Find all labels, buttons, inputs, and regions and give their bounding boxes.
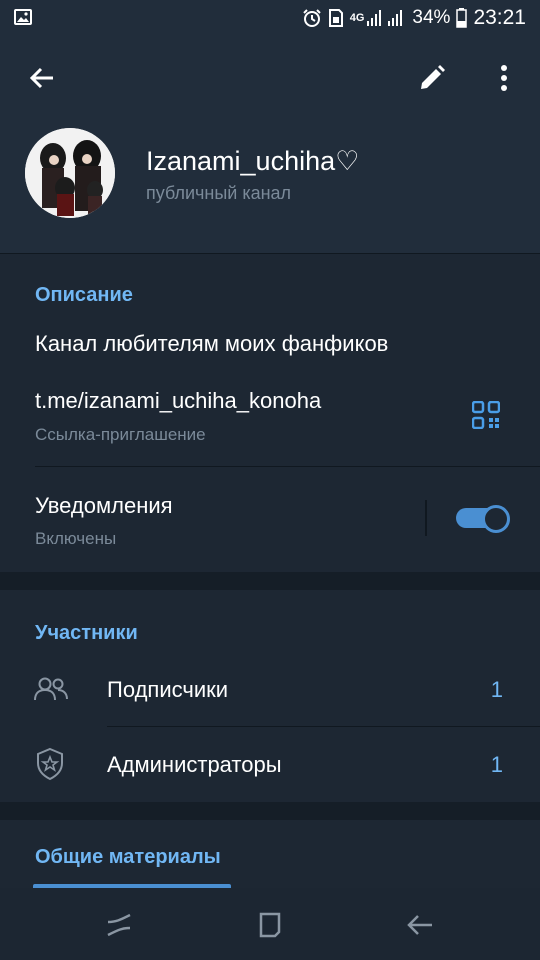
users-icon xyxy=(33,676,69,707)
recent-apps-icon[interactable] xyxy=(106,912,132,943)
system-nav-bar xyxy=(0,888,540,960)
members-divider xyxy=(107,726,540,727)
section-gap xyxy=(0,572,540,590)
app-bar xyxy=(0,36,540,120)
administrators-count: 1 xyxy=(490,752,503,777)
system-back-icon[interactable] xyxy=(406,913,434,942)
network-type: 4G xyxy=(349,12,365,24)
subscribers-label[interactable]: Подписчики xyxy=(107,677,228,703)
status-bar: 4G 34% 23:21 xyxy=(0,0,540,36)
image-icon xyxy=(14,9,32,30)
pencil-icon[interactable] xyxy=(418,64,446,97)
invite-link[interactable]: t.me/izanami_uchiha_konoha xyxy=(35,388,321,414)
more-vertical-icon[interactable] xyxy=(500,64,508,97)
notifications-label[interactable]: Уведомления xyxy=(35,493,173,519)
subscribers-count: 1 xyxy=(490,677,503,702)
members-section-title: Участники xyxy=(35,622,138,644)
clock: 23:21 xyxy=(473,6,526,29)
battery-percent: 34% xyxy=(412,7,451,28)
alarm-icon xyxy=(302,8,322,28)
channel-header: Izanami_uchiha♡ публичный канал xyxy=(0,120,540,253)
notifications-separator xyxy=(425,500,427,536)
battery-icon xyxy=(456,8,468,28)
qr-code-icon[interactable] xyxy=(471,400,501,434)
channel-avatar[interactable] xyxy=(25,128,115,218)
notifications-toggle-knob[interactable] xyxy=(482,505,510,533)
signal-icon xyxy=(366,8,406,28)
home-icon[interactable] xyxy=(257,911,283,944)
channel-type: публичный канал xyxy=(146,183,292,203)
admin-shield-icon xyxy=(35,747,65,786)
channel-description[interactable]: Канал любителям моих фанфиков xyxy=(35,331,388,357)
section-gap-2 xyxy=(0,802,540,820)
channel-name: Izanami_uchiha♡ xyxy=(146,146,360,176)
administrators-label[interactable]: Администраторы xyxy=(107,752,282,778)
shared-section-title: Общие материалы xyxy=(35,846,221,868)
invite-link-caption: Ссылка-приглашение xyxy=(35,425,206,444)
description-section-title: Описание xyxy=(35,284,133,306)
notifications-state: Включены xyxy=(35,529,117,548)
link-divider xyxy=(35,466,540,467)
sim-icon xyxy=(328,8,344,28)
back-arrow-icon[interactable] xyxy=(28,64,56,97)
